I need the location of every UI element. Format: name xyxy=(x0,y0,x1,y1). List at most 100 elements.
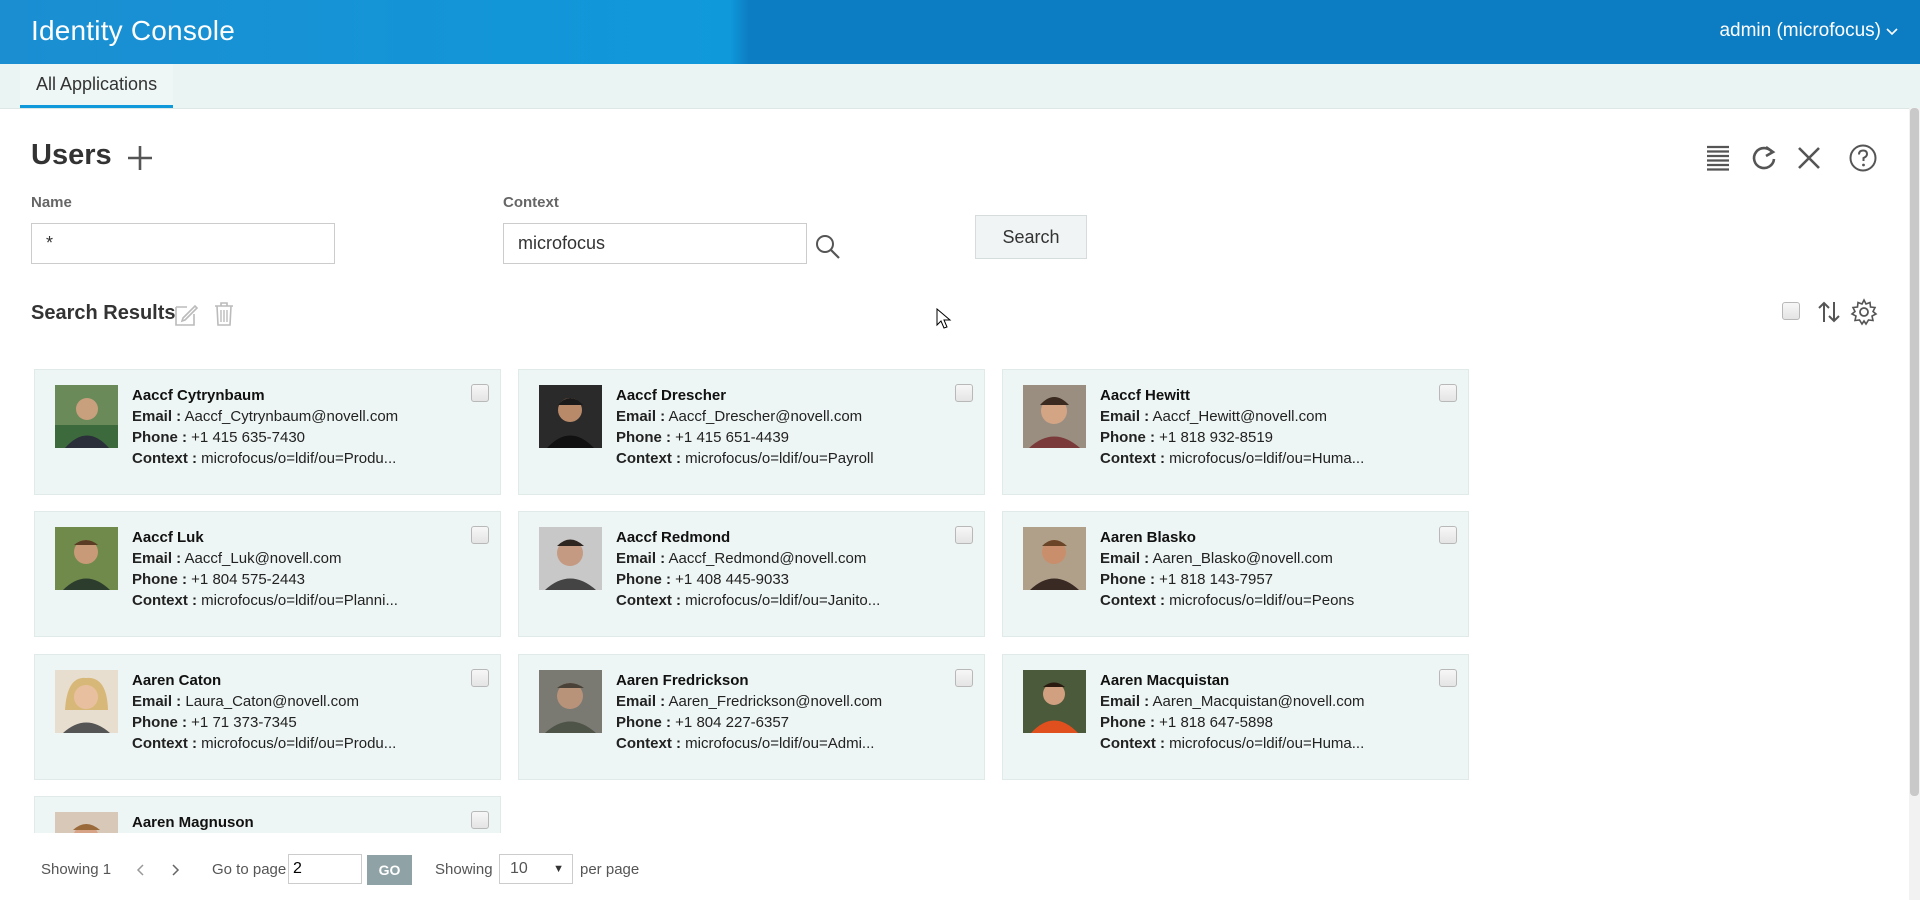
user-context: Context : microfocus/o=ldif/ou=Peons xyxy=(1100,592,1355,609)
user-card[interactable]: Aaren Fredrickson Email : Aaren_Fredrick… xyxy=(518,654,985,780)
mouse-cursor-icon xyxy=(936,308,952,329)
app-title: Identity Console xyxy=(31,15,235,46)
user-context: Context : microfocus/o=ldif/ou=Huma... xyxy=(1100,450,1365,467)
user-phone: Phone : +1 818 932-8519 xyxy=(1100,429,1274,446)
per-page-value: 10 xyxy=(510,860,528,877)
close-icon[interactable] xyxy=(1793,142,1825,174)
user-select-checkbox[interactable] xyxy=(471,526,489,544)
user-menu-label: admin (microfocus) xyxy=(1719,20,1881,41)
user-phone: Phone : +1 408 445-9033 xyxy=(616,571,790,588)
page-number-input[interactable] xyxy=(288,854,362,884)
user-phone: Phone : +1 71 373-7345 xyxy=(132,714,297,731)
user-card[interactable]: Aaccf Cytrynbaum Email : Aaccf_Cytrynbau… xyxy=(34,369,501,495)
chevron-right-icon[interactable] xyxy=(168,863,182,877)
gear-icon[interactable] xyxy=(1850,298,1878,326)
user-card[interactable]: Aaccf Luk Email : Aaccf_Luk@novell.com P… xyxy=(34,511,501,637)
user-avatar xyxy=(55,670,118,733)
caret-down-icon: ▼ xyxy=(553,863,564,875)
user-select-checkbox[interactable] xyxy=(955,669,973,687)
user-email: Email : Aaccf_Redmond@novell.com xyxy=(616,550,867,567)
user-select-checkbox[interactable] xyxy=(471,811,489,829)
user-select-checkbox[interactable] xyxy=(955,384,973,402)
user-name: Aaren Magnuson xyxy=(132,814,254,831)
edit-icon xyxy=(175,304,199,326)
user-context: Context : microfocus/o=ldif/ou=Admi... xyxy=(616,735,875,752)
list-view-icon[interactable] xyxy=(1702,142,1734,174)
user-avatar xyxy=(539,527,602,590)
trash-icon xyxy=(215,302,233,326)
user-avatar xyxy=(55,385,118,448)
chevron-left-icon[interactable] xyxy=(134,863,148,877)
user-avatar xyxy=(539,385,602,448)
user-email: Email : Aaren_Fredrickson@novell.com xyxy=(616,693,883,710)
select-all-checkbox[interactable] xyxy=(1782,302,1800,320)
user-cards-grid: Aaccf Cytrynbaum Email : Aaccf_Cytrynbau… xyxy=(34,369,1474,833)
user-phone: Phone : +1 804 575-2443 xyxy=(132,571,306,588)
user-context: Context : microfocus/o=ldif/ou=Produ... xyxy=(132,450,397,467)
magnifier-icon[interactable] xyxy=(814,233,842,261)
user-context: Context : microfocus/o=ldif/ou=Planni... xyxy=(132,592,398,609)
context-input[interactable] xyxy=(503,223,807,264)
user-card[interactable]: Aaren Magnuson xyxy=(34,796,501,833)
user-context: Context : microfocus/o=ldif/ou=Payroll xyxy=(616,450,874,467)
user-avatar xyxy=(55,527,118,590)
refresh-icon[interactable] xyxy=(1748,142,1780,174)
user-name: Aaren Caton xyxy=(132,672,222,689)
user-phone: Phone : +1 818 143-7957 xyxy=(1100,571,1274,588)
user-menu[interactable]: admin (microfocus) xyxy=(1719,20,1899,42)
user-card[interactable]: Aaccf Redmond Email : Aaccf_Redmond@nove… xyxy=(518,511,985,637)
pagination-bar: Showing 1 Go to page GO Showing 10 ▼ per… xyxy=(0,843,1900,893)
per-page-suffix: per page xyxy=(580,861,640,878)
showing-count: Showing 1 xyxy=(41,861,112,878)
user-select-checkbox[interactable] xyxy=(471,669,489,687)
search-button[interactable]: Search xyxy=(975,215,1087,259)
user-avatar xyxy=(1023,527,1086,590)
name-input[interactable] xyxy=(31,223,335,264)
search-results-title: Search Results xyxy=(31,302,176,324)
user-phone: Phone : +1 818 647-5898 xyxy=(1100,714,1274,731)
user-name: Aaccf Luk xyxy=(132,529,204,546)
user-phone: Phone : +1 415 651-4439 xyxy=(616,429,790,446)
user-select-checkbox[interactable] xyxy=(955,526,973,544)
user-name: Aaccf Drescher xyxy=(616,387,727,404)
go-to-page-label: Go to page xyxy=(212,861,287,878)
user-name: Aaccf Redmond xyxy=(616,529,731,546)
sort-icon[interactable] xyxy=(1815,298,1843,326)
user-phone: Phone : +1 804 227-6357 xyxy=(616,714,790,731)
user-context: Context : microfocus/o=ldif/ou=Produ... xyxy=(132,735,397,752)
user-card[interactable]: Aaccf Drescher Email : Aaccf_Drescher@no… xyxy=(518,369,985,495)
user-avatar xyxy=(55,812,118,833)
user-email: Email : Aaccf_Luk@novell.com xyxy=(132,550,342,567)
user-avatar xyxy=(1023,385,1086,448)
context-label: Context xyxy=(503,194,559,211)
user-email: Email : Aaren_Macquistan@novell.com xyxy=(1100,693,1365,710)
user-name: Aaren Blasko xyxy=(1100,529,1196,546)
tab-bar: All Applications xyxy=(0,64,1920,109)
showing-label: Showing xyxy=(435,861,493,878)
user-avatar xyxy=(1023,670,1086,733)
per-page-select[interactable]: 10 ▼ xyxy=(499,854,573,884)
name-label: Name xyxy=(31,194,72,211)
go-button[interactable]: GO xyxy=(367,855,412,885)
chevron-down-icon xyxy=(1886,28,1898,36)
user-context: Context : microfocus/o=ldif/ou=Huma... xyxy=(1100,735,1365,752)
user-name: Aaccf Hewitt xyxy=(1100,387,1191,404)
user-name: Aaren Macquistan xyxy=(1100,672,1230,689)
user-phone: Phone : +1 415 635-7430 xyxy=(132,429,306,446)
user-select-checkbox[interactable] xyxy=(471,384,489,402)
user-card[interactable]: Aaren Blasko Email : Aaren_Blasko@novell… xyxy=(1002,511,1469,637)
user-select-checkbox[interactable] xyxy=(1439,669,1457,687)
page-title: Users xyxy=(31,139,112,171)
user-email: Email : Aaccf_Cytrynbaum@novell.com xyxy=(132,408,399,425)
scrollbar-thumb[interactable] xyxy=(1910,108,1919,796)
user-email: Email : Laura_Caton@novell.com xyxy=(132,693,360,710)
user-card[interactable]: Aaccf Hewitt Email : Aaccf_Hewitt@novell… xyxy=(1002,369,1469,495)
user-card[interactable]: Aaren Macquistan Email : Aaren_Macquista… xyxy=(1002,654,1469,780)
user-select-checkbox[interactable] xyxy=(1439,526,1457,544)
user-name: Aaren Fredrickson xyxy=(616,672,749,689)
user-select-checkbox[interactable] xyxy=(1439,384,1457,402)
plus-icon[interactable] xyxy=(124,142,156,174)
help-icon[interactable] xyxy=(1847,142,1879,174)
user-card[interactable]: Aaren Caton Email : Laura_Caton@novell.c… xyxy=(34,654,501,780)
tab-all-applications[interactable]: All Applications xyxy=(20,64,174,108)
